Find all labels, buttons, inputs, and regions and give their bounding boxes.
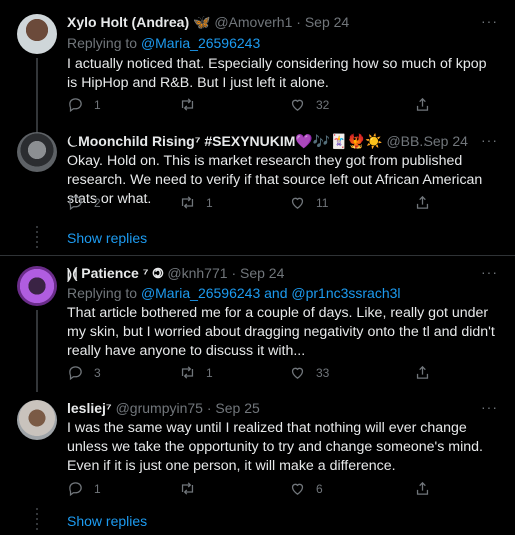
thread-line [36,310,38,392]
tweet-date[interactable]: Sep 24 [305,14,349,30]
share-button[interactable] [414,364,431,381]
more-options-icon[interactable]: ··· [481,13,498,29]
heart-icon [291,99,304,111]
author-name[interactable]: ⏾Moonchild Rising⁷ #SEXYNUKIM💜🎶🃏🐦‍🔥☀️ [67,133,383,149]
replying-to-label: Replying to [67,35,138,51]
like-button[interactable]: 32 [289,96,329,113]
like-count: 32 [316,97,330,112]
tweet-actions: 1 6 [67,480,429,500]
tweet-header: ⟭⟬ Patience ⁷ 🄯 @knh771 · Sep 24 [67,265,485,282]
author-name[interactable]: Xylo Holt (Andrea) 🦋 [67,14,210,30]
tweet-text: That article bothered me for a couple of… [67,305,495,359]
reply-button[interactable]: 1 [67,480,101,497]
reply-mention-link[interactable]: @Maria_26596243 [141,35,260,51]
reply-count: 3 [94,365,101,380]
tweet-date[interactable]: Sep 24 [240,265,284,281]
more-options-icon[interactable]: ··· [481,264,498,280]
like-count: 6 [316,481,323,496]
tweet-meta: · Sep 24 [415,133,468,149]
divider [0,255,515,256]
author-name[interactable]: lesliej⁷ [67,400,112,416]
show-replies-link[interactable]: Show replies [67,230,147,246]
tweet-header: lesliej⁷ @grumpyin75 · Sep 25 [67,400,485,416]
more-options-icon[interactable]: ··· [481,399,498,415]
like-button[interactable]: 33 [289,364,329,381]
like-count: 11 [316,195,329,210]
reply-icon [69,98,82,113]
tweet-date[interactable]: Sep 24 [424,133,468,149]
retweet-count: 1 [206,195,213,210]
separator-dot: · [231,265,237,281]
tweet-text: I actually noticed that. Especially cons… [67,56,487,91]
like-button[interactable]: 6 [289,480,323,497]
replying-to-label: Replying to [67,285,138,301]
reply-button[interactable]: 1 [67,96,101,113]
reply-icon [69,366,82,381]
author-handle[interactable]: @Amoverh1 [214,14,292,30]
tweet-actions: 3 1 33 [67,364,429,384]
retweet-button[interactable] [179,480,206,497]
retweet-button[interactable] [179,96,206,113]
reply-button[interactable]: 3 [67,364,101,381]
avatar[interactable] [17,14,57,54]
author-handle[interactable]: @grumpyin75 [116,400,203,416]
reply-icon [69,196,82,211]
like-count: 33 [316,365,330,380]
share-icon [416,97,429,111]
reply-mention-link[interactable]: @Maria_26596243 and @pr1nc3ssrach3l [141,285,401,301]
retweet-icon [181,482,194,495]
reply-icon [69,482,82,497]
avatar[interactable] [17,400,57,440]
retweet-button[interactable]: 1 [179,364,213,381]
avatar[interactable] [17,132,57,172]
reply-count: 1 [94,97,101,112]
tweet-header: ⏾Moonchild Rising⁷ #SEXYNUKIM💜🎶🃏🐦‍🔥☀️ @B… [67,133,425,150]
share-button[interactable] [414,194,431,211]
share-icon [416,365,429,379]
thread-dotted-line [36,226,38,248]
like-button[interactable]: 11 [289,194,328,211]
reply-count: 1 [94,481,101,496]
heart-icon [291,367,304,379]
heart-icon [291,197,304,209]
tweet-date[interactable]: Sep 25 [215,400,259,416]
share-icon [416,481,429,495]
share-button[interactable] [414,96,431,113]
share-icon [416,195,429,209]
show-replies-link[interactable]: Show replies [67,513,147,529]
tweet-text: I was the same way until I realized that… [67,420,483,474]
replying-to: Replying to @Maria_26596243 [67,35,260,51]
tweet-actions: 2 1 11 [67,194,429,214]
author-name[interactable]: ⟭⟬ Patience ⁷ 🄯 [67,265,164,281]
separator-dot: · [415,133,420,149]
retweet-icon [181,366,194,379]
tweet-actions: 1 32 [67,96,429,116]
avatar[interactable] [17,266,57,306]
retweet-icon [181,196,194,209]
heart-icon [291,483,304,495]
thread-line [36,58,38,133]
share-button[interactable] [414,480,431,497]
reply-count: 2 [94,195,101,210]
author-handle[interactable]: @knh771 [167,265,227,281]
reply-button[interactable]: 2 [67,194,101,211]
retweet-count: 1 [206,365,213,380]
more-options-icon[interactable]: ··· [481,132,498,148]
replying-to: Replying to @Maria_26596243 and @pr1nc3s… [67,285,401,301]
retweet-button[interactable]: 1 [179,194,213,211]
separator-dot: · [296,14,301,30]
separator-dot: · [206,400,212,416]
retweet-icon [181,98,194,111]
thread-dotted-line [36,508,38,530]
tweet-header: Xylo Holt (Andrea) 🦋 @Amoverh1 · Sep 24 [67,14,485,31]
